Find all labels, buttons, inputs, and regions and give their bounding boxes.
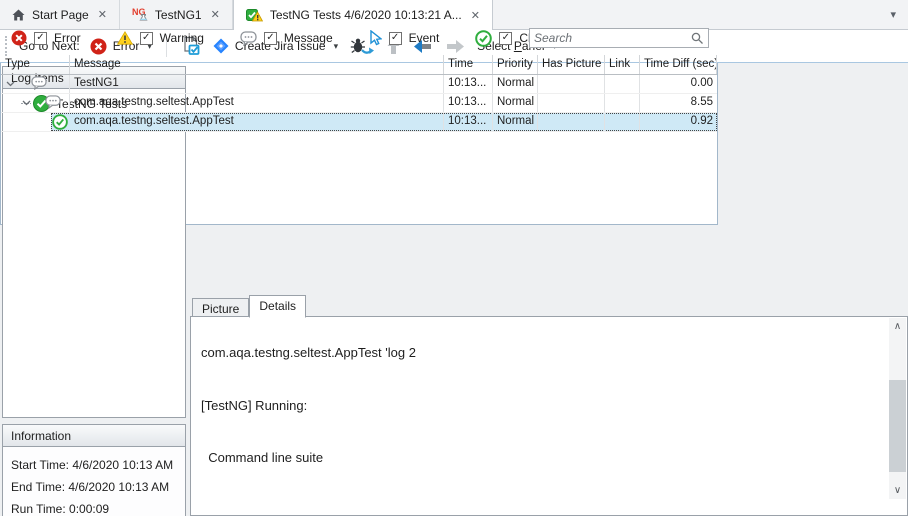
row-message: com.aqa.testng.seltest.AppTest (70, 94, 444, 112)
tab-label: TestNG1 (155, 8, 202, 22)
home-icon (12, 9, 25, 21)
row-time: 10:13... (444, 75, 493, 93)
row-message: com.aqa.testng.seltest.AppTest (70, 113, 444, 131)
close-icon[interactable]: ✕ (96, 8, 109, 21)
warning-checkbox[interactable]: ✓ (140, 32, 153, 45)
filter-message-label: Message (284, 31, 333, 45)
testng-project-icon: NG (132, 7, 148, 22)
details-pane[interactable]: com.aqa.testng.seltest.AppTest 'log 2 [T… (190, 316, 908, 516)
scrollbar-thumb[interactable] (889, 380, 906, 472)
scroll-down-icon[interactable]: ∨ (889, 482, 906, 499)
expander-chevron-icon[interactable] (22, 100, 31, 106)
checkpoint-icon (475, 30, 492, 47)
filter-warning: ✓ Warning (117, 31, 204, 45)
row-message: TestNG1 (70, 75, 444, 93)
log-line-clipped: com.aqa.testng.seltest.AppTest 'log 2 (201, 344, 881, 362)
row-has-picture (538, 75, 605, 93)
message-bubble-icon (45, 95, 61, 109)
details-tabbar: Picture Details (192, 294, 306, 317)
row-link (605, 75, 640, 93)
row-time-diff: 0.92 (640, 113, 717, 131)
information-body: Start Time: 4/6/2020 10:13 AM End Time: … (3, 447, 185, 516)
filter-error-label: Error (54, 31, 81, 45)
row-priority: Normal (493, 75, 538, 93)
close-icon[interactable]: ✕ (209, 8, 222, 21)
tab-testng-tests-log[interactable]: TestNG Tests 4/6/2020 10:13:21 A... ✕ (233, 0, 493, 30)
table-row[interactable]: com.aqa.testng.seltest.AppTest 10:13... … (1, 94, 717, 113)
vertical-scrollbar[interactable]: ∧ ∨ (889, 318, 906, 499)
search-input[interactable] (530, 31, 691, 45)
end-time-text: End Time: 4/6/2020 10:13 AM (11, 476, 177, 498)
column-header-link[interactable]: Link (605, 55, 640, 74)
information-title: Information (11, 429, 71, 443)
message-checkbox[interactable]: ✓ (264, 32, 277, 45)
row-priority: Normal (493, 94, 538, 112)
search-box (529, 28, 709, 48)
row-link (605, 113, 640, 131)
expander-chevron-icon[interactable] (6, 81, 15, 87)
log-line: Command line suite (201, 449, 881, 467)
row-priority: Normal (493, 113, 538, 131)
log-line: [TestNG] Running: (201, 397, 881, 415)
information-header: Information (3, 425, 185, 447)
tab-label: TestNG Tests 4/6/2020 10:13:21 A... (270, 8, 462, 22)
test-result-warning-icon (246, 8, 263, 23)
tab-overflow-icon[interactable]: ▾ (890, 8, 896, 21)
tab-details[interactable]: Details (249, 295, 306, 318)
row-link (605, 94, 640, 112)
filter-message: ✓ Message (240, 31, 333, 46)
filter-warning-label: Warning (160, 31, 204, 45)
close-icon[interactable]: ✕ (469, 9, 482, 22)
tab-label: Start Page (32, 8, 89, 22)
row-time: 10:13... (444, 113, 493, 131)
row-time-diff: 0.00 (640, 75, 717, 93)
row-time: 10:13... (444, 94, 493, 112)
tab-picture[interactable]: Picture (192, 298, 249, 317)
run-time-text: Run Time: 0:00:09 (11, 498, 177, 516)
start-time-text: Start Time: 4/6/2020 10:13 AM (11, 454, 177, 476)
error-checkbox[interactable]: ✓ (34, 32, 47, 45)
filter-error: ✓ Error (11, 30, 81, 46)
column-header-priority[interactable]: Priority (493, 55, 538, 74)
table-row-selected[interactable]: com.aqa.testng.seltest.AppTest 10:13... … (1, 113, 717, 132)
checkpoint-checkbox[interactable]: ✓ (499, 32, 512, 45)
scroll-up-icon[interactable]: ∧ (889, 318, 906, 335)
filter-event-label: Event (409, 31, 440, 45)
row-time-diff: 8.55 (640, 94, 717, 112)
tab-details-label: Details (259, 299, 296, 313)
tab-picture-label: Picture (202, 302, 239, 316)
row-has-picture (538, 94, 605, 112)
information-panel: Information Start Time: 4/6/2020 10:13 A… (2, 424, 186, 516)
cursor-event-icon (369, 30, 382, 46)
warning-icon (117, 31, 133, 45)
table-row[interactable]: TestNG1 10:13... Normal 0.00 (1, 75, 717, 94)
filter-event: ✓ Event (369, 30, 440, 46)
column-header-message[interactable]: Message (70, 55, 444, 74)
column-header-has-picture[interactable]: Has Picture (538, 55, 605, 74)
message-bubble-icon (31, 76, 47, 90)
row-has-picture (538, 113, 605, 131)
search-icon[interactable] (691, 32, 708, 45)
error-icon (11, 30, 27, 46)
log-line (201, 502, 881, 516)
message-bubble-icon (240, 31, 257, 46)
checkpoint-icon (52, 114, 68, 130)
details-log-text: com.aqa.testng.seltest.AppTest 'log 2 [T… (191, 317, 907, 515)
column-header-time-diff[interactable]: Time Diff (sec) (640, 55, 717, 74)
grid-header-row: Type Message Time Priority Has Picture L… (1, 55, 717, 75)
event-checkbox[interactable]: ✓ (389, 32, 402, 45)
column-header-time[interactable]: Time (444, 55, 493, 74)
column-header-type[interactable]: Type (1, 55, 70, 74)
